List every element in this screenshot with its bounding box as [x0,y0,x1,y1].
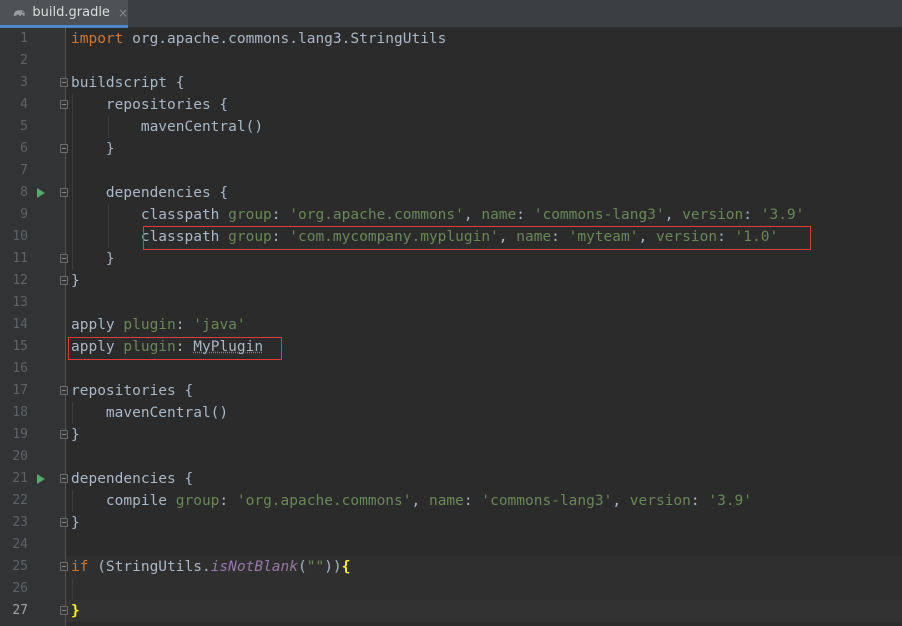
highlight-box-classpath [143,226,811,250]
line-number: 26 [12,581,28,596]
tab-build-gradle[interactable]: build.gradle × [0,0,128,28]
keyword: if [71,559,89,575]
line-number: 21 [12,471,28,486]
code-text: apply [71,317,124,333]
named-arg: group [228,207,272,223]
named-arg: group [175,493,220,509]
static-method: isNotBlank [210,559,298,575]
line-number: 20 [12,449,28,464]
matched-brace: } [71,603,80,619]
current-line-highlight [66,600,902,622]
named-arg: plugin [123,317,176,333]
fold-icon[interactable] [60,100,68,109]
line-number: 4 [20,97,28,112]
fold-gutter [55,28,65,626]
code-text: ( [298,559,307,575]
fold-icon[interactable] [60,474,68,483]
keyword: import [71,31,124,47]
named-arg: name [428,493,464,509]
line-number: 5 [20,119,28,134]
matched-brace: { [341,559,351,575]
line-number: 14 [12,317,28,332]
code-line-27: } [71,600,80,622]
string-literal: 'commons-lang3' [481,493,613,509]
line-number: 18 [12,405,28,420]
code-line-18: mavenCentral() [71,405,229,421]
indent-guide [72,578,73,600]
string-literal: 'commons-lang3' [533,207,665,223]
line-number: 7 [20,163,28,178]
code-line-14: apply plugin: 'java' [71,317,246,333]
line-number: 19 [12,427,28,442]
line-number: 15 [12,339,28,354]
line-number: 8 [20,185,28,200]
code-line-21: dependencies { [71,471,194,487]
code-line-9: classpath group: 'org.apache.commons', n… [71,207,805,223]
line-number: 11 [12,251,28,266]
code-line-23: } [71,515,80,531]
line-number: 23 [12,515,28,530]
run-gutter-icon[interactable] [37,188,45,198]
code-line-17: repositories { [71,383,194,399]
code-line-1: import org.apache.commons.lang3.StringUt… [71,28,446,50]
fold-icon[interactable] [60,562,68,571]
code-text: compile [71,493,176,509]
tab-label: build.gradle [32,5,110,20]
string-literal: 'java' [193,317,246,333]
line-number: 10 [12,229,28,244]
line-number: 27 [12,603,28,618]
run-gutter-icon[interactable] [37,474,45,484]
code-line-6: } [71,141,115,157]
line-number: 3 [20,75,28,90]
named-arg: version [629,493,691,509]
string-literal: '3.9' [708,493,753,509]
line-number: 16 [12,361,28,376]
fold-icon[interactable] [60,386,68,395]
string-literal: "" [306,559,325,575]
line-number: 17 [12,383,28,398]
code-line-19: } [71,427,80,443]
fold-icon[interactable] [60,276,68,285]
code-line-11: } [71,251,115,267]
string-literal: '3.9' [760,207,805,223]
gradle-elephant-icon [13,9,25,16]
code-line-3: buildscript { [71,75,185,91]
code-text: (StringUtils. [88,559,211,575]
line-number: 6 [20,141,28,156]
code-text: classpath [71,207,229,223]
code-line-4: repositories { [71,97,229,113]
fold-icon[interactable] [60,188,68,197]
string-literal: 'org.apache.commons' [289,207,464,223]
line-number: 1 [20,31,28,46]
fold-icon[interactable] [60,254,68,263]
line-number: 25 [12,559,28,574]
code-line-25: if (StringUtils.isNotBlank("")){ [71,556,350,578]
editor-tab-bar: build.gradle × [0,0,902,28]
close-icon[interactable]: × [118,6,128,20]
code-line-8: dependencies { [71,185,229,201]
code-text: org.apache.commons.lang3.StringUtils [123,31,447,47]
code-line-22: compile group: 'org.apache.commons', nam… [71,493,753,509]
named-arg: version [682,207,744,223]
code-line-5: mavenCentral() [71,119,264,135]
line-number: 2 [20,53,28,68]
highlight-box-apply-plugin [68,337,282,360]
fold-icon[interactable] [60,606,68,615]
fold-icon[interactable] [60,78,68,87]
scope-highlight [66,578,902,600]
line-number: 13 [12,295,28,310]
line-number: 9 [20,207,28,222]
named-arg: name [481,207,517,223]
line-number: 12 [12,273,28,288]
fold-icon[interactable] [60,518,68,527]
line-number: 24 [12,537,28,552]
code-text: )) [324,559,342,575]
fold-icon[interactable] [60,144,68,153]
line-number: 22 [12,493,28,508]
fold-icon[interactable] [60,430,68,439]
string-literal: 'org.apache.commons' [236,493,412,509]
code-line-12: } [71,273,80,289]
